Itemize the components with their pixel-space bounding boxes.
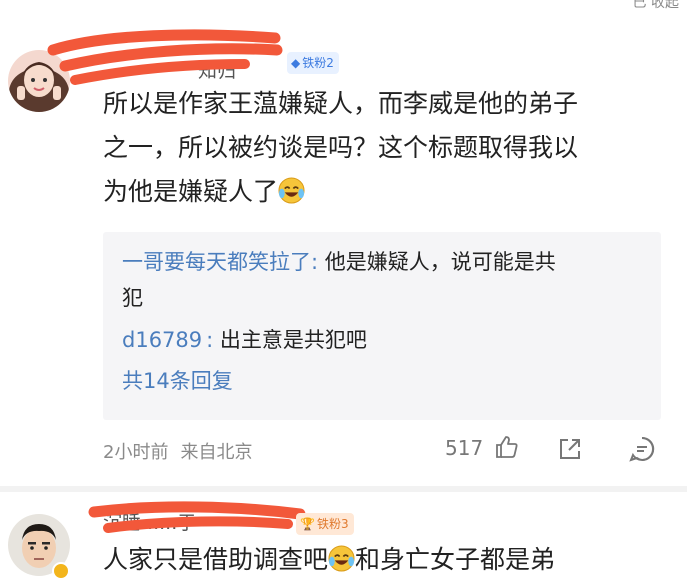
- comment-line: 为他是嫌疑人了: [103, 170, 578, 214]
- fan-badge[interactable]: ◆ 铁粉2: [287, 52, 339, 74]
- comment-location: 来自北京: [180, 442, 253, 463]
- comment-line: 所以是作家王蕰嫌疑人，而李威是他的弟子: [103, 89, 579, 118]
- top-bar: 已 收起: [0, 0, 687, 14]
- reply-author[interactable]: 一哥要每天都笑拉了: [122, 250, 311, 274]
- badge-label: 铁粉3: [316, 517, 349, 531]
- diamond-icon: ◆: [291, 56, 301, 70]
- username[interactable]: 知归: [198, 56, 236, 83]
- verified-badge-icon: [52, 562, 70, 580]
- laugh-cry-emoji-icon: [328, 545, 355, 572]
- reply-text-cont: 犯: [122, 286, 143, 310]
- comment-line: 之一，所以被约谈是吗？这个标题取得我以: [103, 133, 579, 162]
- comment-time: 2小时前: [103, 442, 169, 463]
- comment-icon: [629, 436, 655, 462]
- share-button[interactable]: [556, 435, 584, 463]
- like-button[interactable]: 517: [445, 434, 520, 460]
- reply-author[interactable]: d16789: [122, 328, 202, 352]
- comment-meta: 2小时前 来自北京: [103, 438, 252, 464]
- reply-box[interactable]: 一哥要每天都笑拉了: 他是嫌疑人，说可能是共 犯 d16789: 出主意是共犯吧…: [103, 232, 661, 420]
- comment-item: 知归 ◆ 铁粉2 所以是作家王蕰嫌疑人，而李威是他的弟子 之一，所以被约谈是吗？这…: [0, 28, 687, 486]
- reply-separator: :: [206, 328, 214, 352]
- collapse-text[interactable]: 已 收起: [633, 0, 679, 12]
- thumbs-up-icon: [495, 436, 518, 458]
- share-icon: [560, 439, 580, 459]
- reply-item: d16789: 出主意是共犯吧: [122, 322, 642, 358]
- comment-item: 沉睡......于 🏆 铁粉3 人家只是借助调查吧 和身亡女子都是弟: [0, 492, 687, 581]
- more-replies-link[interactable]: 共14条回复: [122, 365, 233, 395]
- comment-text: 所以是作家王蕰嫌疑人，而李威是他的弟子 之一，所以被约谈是吗？这个标题取得我以 …: [103, 82, 578, 214]
- reply-item: 一哥要每天都笑拉了: 他是嫌疑人，说可能是共 犯: [122, 244, 642, 316]
- comment-text: 人家只是借助调查吧 和身亡女子都是弟: [103, 538, 555, 582]
- badge-label: 铁粉2: [302, 56, 334, 70]
- reply-separator: :: [311, 250, 319, 274]
- fan-badge[interactable]: 🏆 铁粉3: [296, 513, 354, 535]
- avatar[interactable]: [8, 50, 70, 112]
- reply-text: 他是嫌疑人，说可能是共: [324, 250, 556, 274]
- username[interactable]: 沉睡......于: [103, 508, 196, 535]
- trophy-icon: 🏆: [300, 517, 315, 531]
- reply-button[interactable]: [628, 435, 656, 463]
- reply-text: 出主意是共犯吧: [219, 328, 367, 352]
- like-count: 517: [445, 436, 484, 460]
- comment-line-cont: 和身亡女子都是弟: [355, 545, 556, 574]
- comment-line: 人家只是借助调查吧: [103, 545, 329, 574]
- laugh-cry-emoji-icon: [278, 177, 305, 204]
